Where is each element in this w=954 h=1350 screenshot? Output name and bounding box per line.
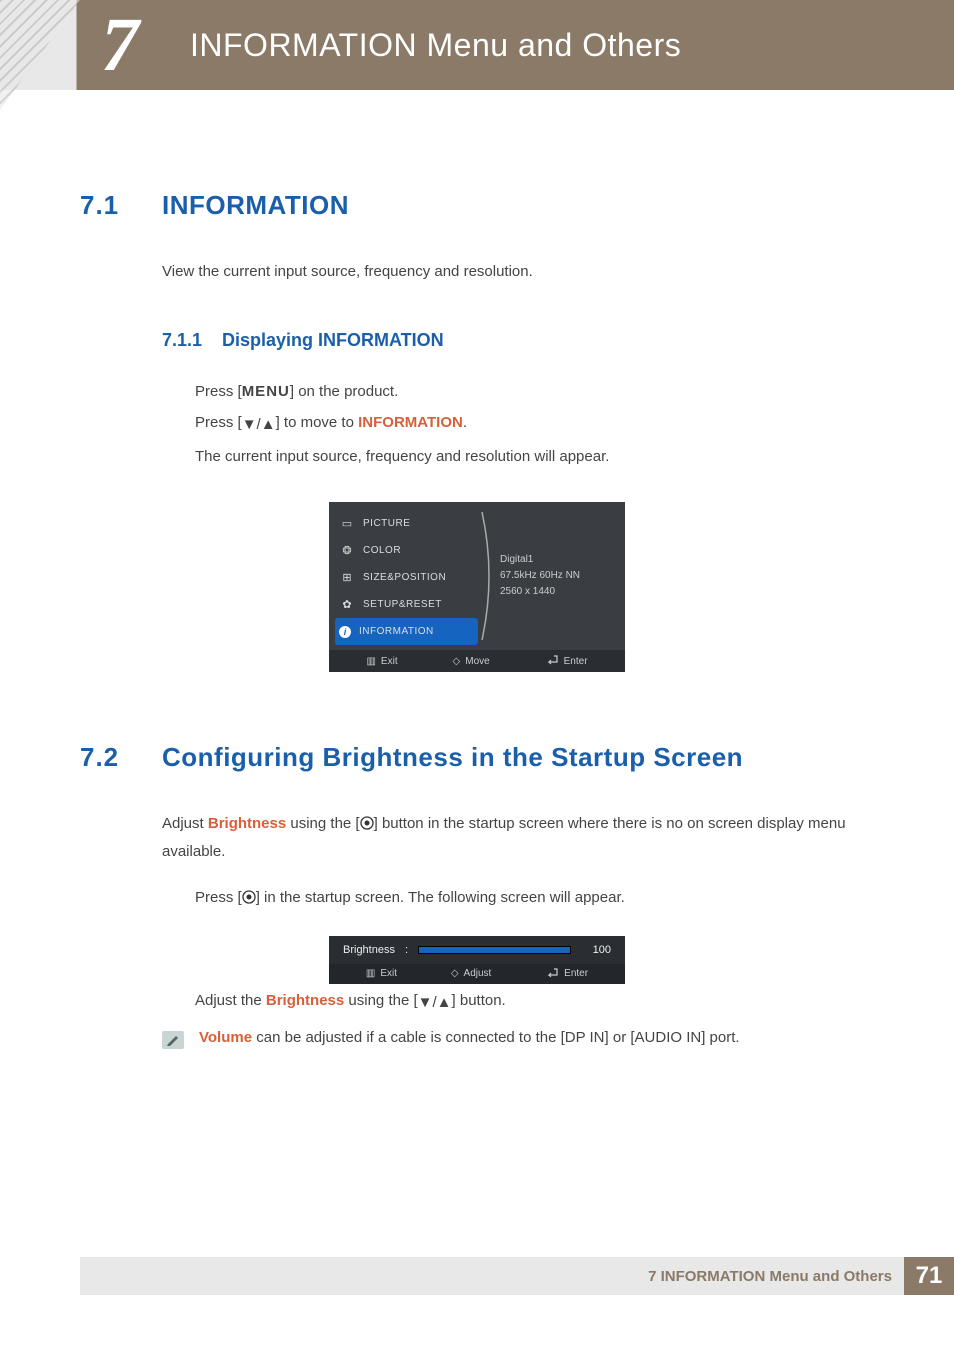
- page-footer: 7 INFORMATION Menu and Others 71: [80, 1257, 954, 1295]
- osd-item-information-selected: i INFORMATION: [335, 618, 478, 645]
- brightness-highlight: Brightness: [208, 815, 286, 832]
- brightness-label: Brightness: [343, 944, 395, 956]
- chapter-header: 7 INFORMATION Menu and Others: [0, 0, 954, 90]
- information-highlight: INFORMATION: [358, 414, 463, 431]
- volume-highlight: Volume: [199, 1029, 252, 1046]
- down-up-arrow-icon: ▼/▲: [418, 994, 452, 1011]
- page-number: 71: [904, 1257, 954, 1295]
- osd-info-source: Digital1: [500, 552, 625, 568]
- chapter-number-box: 7: [80, 0, 160, 90]
- information-icon: i: [339, 626, 351, 638]
- jog-button-icon: [360, 813, 374, 839]
- brightness-osd-screenshot: Brightness : 100 ▥Exit ◇Adjust Enter: [329, 936, 625, 984]
- section-number: 7.2: [80, 742, 162, 773]
- note-icon: [162, 1031, 184, 1049]
- move-icon: ◇: [453, 656, 461, 667]
- adjust-icon: ◇: [451, 968, 459, 979]
- setup-reset-icon: ✿: [339, 597, 355, 613]
- chapter-title: INFORMATION Menu and Others: [190, 27, 681, 64]
- section-title: INFORMATION: [162, 190, 349, 221]
- color-icon: ❂: [339, 543, 355, 559]
- osd-item-color: ❂ COLOR: [329, 537, 484, 564]
- exit-icon: ▥: [366, 656, 375, 667]
- section-title: Configuring Brightness in the Startup Sc…: [162, 742, 743, 773]
- enter-icon: [545, 968, 559, 980]
- chapter-number: 7: [101, 2, 139, 89]
- osd-item-setup-reset: ✿ SETUP&RESET: [329, 591, 484, 618]
- osd-info-freq: 67.5kHz 60Hz NN: [500, 568, 625, 584]
- osd-item-size-position: ⊞ SIZE&POSITION: [329, 564, 484, 591]
- volume-note: Volume can be adjusted if a cable is con…: [162, 1029, 874, 1049]
- subsection-number: 7.1.1: [162, 330, 222, 351]
- picture-icon: ▭: [339, 516, 355, 532]
- brightness-bar: [418, 946, 571, 954]
- step-3: The current input source, frequency and …: [195, 441, 874, 473]
- section-7-2-body: Adjust Brightness using the [] button in…: [162, 811, 874, 864]
- osd-footer: ▥Exit ◇Move Enter: [329, 650, 625, 672]
- subsection-title: Displaying INFORMATION: [222, 330, 444, 351]
- section-7-2: 7.2 Configuring Brightness in the Startu…: [80, 742, 874, 1049]
- section-number: 7.1: [80, 190, 162, 221]
- exit-icon: ▥: [366, 968, 375, 979]
- section-intro: View the current input source, frequency…: [162, 259, 874, 285]
- brightness-value: 100: [581, 944, 611, 956]
- osd-info-res: 2560 x 1440: [500, 584, 625, 600]
- adjust-brightness-line: Adjust the Brightness using the [▼/▲] bu…: [195, 992, 874, 1011]
- size-position-icon: ⊞: [339, 570, 355, 586]
- down-up-arrow-icon: ▼/▲: [242, 409, 276, 441]
- menu-button-label: MENU: [242, 383, 290, 400]
- osd-menu-screenshot: ▭ PICTURE ❂ COLOR ⊞ SIZE&POSITION ✿: [329, 502, 625, 672]
- jog-button-icon: [242, 884, 256, 916]
- enter-icon: [545, 655, 559, 667]
- step-press-jog: Press [] in the startup screen. The foll…: [195, 882, 874, 916]
- step-2: Press [▼/▲] to move to INFORMATION.: [195, 407, 874, 441]
- osd-info-panel: Digital1 67.5kHz 60Hz NN 2560 x 1440: [484, 502, 625, 650]
- footer-chapter-label: 7 INFORMATION Menu and Others: [648, 1268, 892, 1285]
- step-1: Press [MENU] on the product.: [195, 376, 874, 408]
- osd-item-picture: ▭ PICTURE: [329, 510, 484, 537]
- brightness-highlight: Brightness: [266, 992, 344, 1009]
- brightness-osd-footer: ▥Exit ◇Adjust Enter: [329, 964, 625, 984]
- section-7-1: 7.1 INFORMATION View the current input s…: [80, 190, 874, 672]
